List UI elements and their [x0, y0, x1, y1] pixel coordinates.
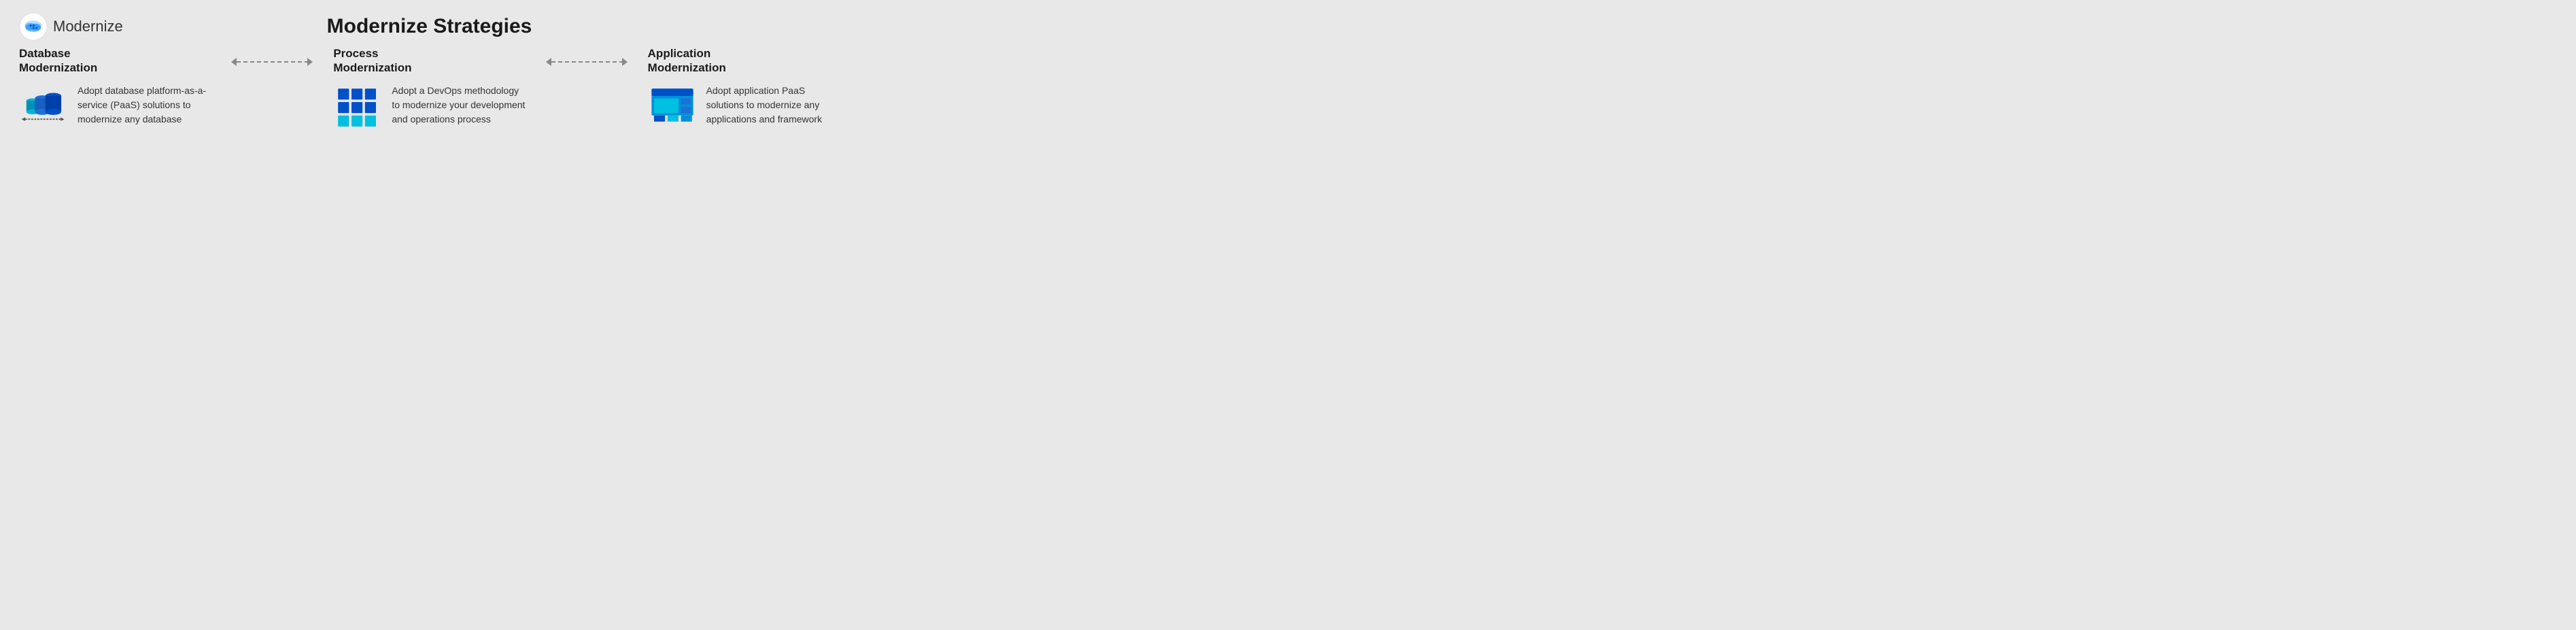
page-container: Modernize Modernize Strategies Database …: [0, 0, 859, 210]
modernize-logo-icon: [19, 12, 48, 41]
logo-text: Modernize: [53, 18, 123, 35]
process-column-body: Adopt a DevOps methodology to modernize …: [333, 84, 525, 133]
application-column-body: Adopt application PaaS solutions to mode…: [648, 84, 840, 133]
application-column: Application Modernization: [641, 46, 840, 133]
database-column-body: Adopt database platform-as-a-service (Pa…: [19, 84, 211, 133]
arrow-divider-2: [532, 46, 641, 72]
process-icon: [333, 84, 382, 133]
process-column-text: Adopt a DevOps methodology to modernize …: [392, 84, 525, 127]
page-title: Modernize Strategies: [155, 15, 704, 38]
process-column-header: Process Modernization: [333, 46, 525, 76]
application-column-text: Adopt application PaaS solutions to mode…: [706, 84, 840, 127]
database-column-header: Database Modernization: [19, 46, 211, 76]
main-content-row: Database Modernization: [19, 46, 840, 198]
database-column: Database Modernization: [19, 46, 218, 133]
logo-area: Modernize: [19, 12, 155, 41]
application-icon: [648, 84, 697, 133]
process-column: Process Modernization: [326, 46, 532, 133]
database-column-text: Adopt database platform-as-a-service (Pa…: [78, 84, 211, 127]
header-row: Modernize Modernize Strategies: [19, 12, 840, 41]
arrow-divider-1: [218, 46, 326, 72]
application-column-header: Application Modernization: [648, 46, 840, 76]
bidirectional-arrow-2: [539, 52, 634, 72]
database-icon: [19, 84, 68, 133]
bidirectional-arrow-1: [224, 52, 320, 72]
